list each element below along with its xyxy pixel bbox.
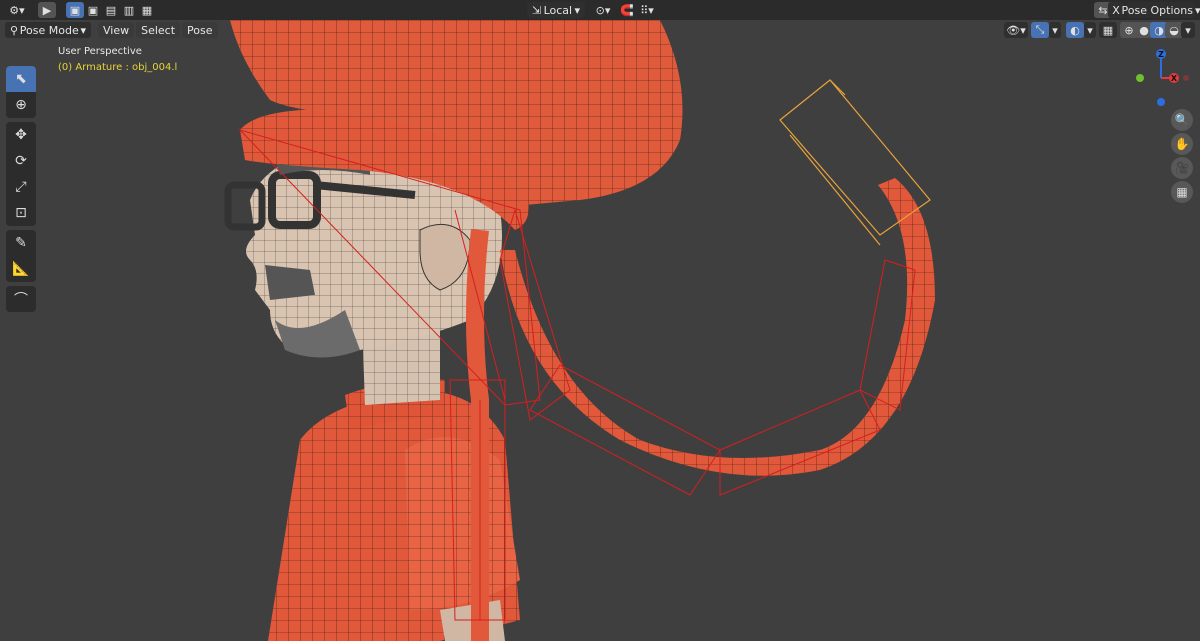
- mode-label: Pose Mode: [19, 23, 79, 37]
- gizmo-toggle-icon[interactable]: ⤡: [1031, 22, 1049, 38]
- select-subtract-icon[interactable]: ▤: [102, 2, 120, 18]
- 3d-viewport[interactable]: ⚲ Pose Mode ▾ View Select Pose 👁▾ ⤡ ▾ ◐ …: [0, 20, 1200, 641]
- transform-orientation-select[interactable]: ⇲ Local ▾: [527, 2, 585, 18]
- mode-select[interactable]: ⚲ Pose Mode ▾: [5, 22, 91, 38]
- tool-group-annotate: ✎ 📐: [6, 230, 36, 282]
- transform-orientation-label: Local: [543, 3, 573, 17]
- orientation-icon: ⇲: [532, 3, 542, 17]
- pose-options-label: Pose Options: [1121, 3, 1193, 17]
- chevron-down-icon: ▾: [80, 23, 86, 37]
- chevron-down-icon: ▾: [1194, 3, 1200, 17]
- scale-tool-icon[interactable]: ⤢: [6, 174, 36, 200]
- pan-hand-icon[interactable]: ✋: [1171, 133, 1193, 155]
- character-scene: [224, 20, 935, 641]
- pose-relax-tool-icon[interactable]: ⌒: [6, 286, 36, 312]
- xray-toggle-icon[interactable]: ▦: [1099, 22, 1117, 38]
- object-info-label: (0) Armature : obj_004.l: [58, 62, 178, 73]
- rotate-tool-icon[interactable]: ⟳: [6, 148, 36, 174]
- gizmo-z-label: Z: [1158, 49, 1164, 59]
- tool-group-transform: ✥ ⟳ ⤢ ⊡: [6, 122, 36, 226]
- tool-shelf: ⬉ ⊕ ✥ ⟳ ⤢ ⊡ ✎ 📐 ⌒: [6, 66, 36, 316]
- menu-view[interactable]: View: [98, 22, 135, 38]
- measure-tool-icon[interactable]: 📐: [6, 256, 36, 282]
- overlays-dropdown-icon[interactable]: ▾: [1084, 22, 1096, 38]
- gizmo-dropdown-icon[interactable]: ▾: [1049, 22, 1061, 38]
- select-invert-icon[interactable]: ▥: [120, 2, 138, 18]
- select-intersect-icon[interactable]: ▦: [138, 2, 156, 18]
- menu-pose[interactable]: Pose: [182, 22, 218, 38]
- x-axis-label: X: [1112, 3, 1120, 17]
- gizmo-x-label: X: [1170, 73, 1178, 83]
- snap-settings-icon[interactable]: ⠿▾: [636, 2, 658, 18]
- visibility-icon[interactable]: 👁▾: [1004, 22, 1028, 38]
- editor-type-icon[interactable]: ⚙▾: [6, 2, 28, 18]
- shading-dropdown-icon[interactable]: ▾: [1181, 22, 1195, 38]
- select-extend-icon[interactable]: ▣: [84, 2, 102, 18]
- pose-mode-icon: ⚲: [10, 23, 19, 37]
- snap-icon[interactable]: 🧲: [618, 2, 636, 18]
- zoom-icon[interactable]: 🔍: [1171, 109, 1193, 131]
- cursor-tool-icon[interactable]: ⊕: [6, 92, 36, 118]
- pivot-point-icon[interactable]: ⊙▾: [590, 2, 616, 18]
- camera-icon[interactable]: 🎥: [1171, 157, 1193, 179]
- editor-header: ⚙▾ ▶ ▣ ▣ ▤ ▥ ▦ ⇲ Local ▾ ⊙▾ 🧲 ⠿▾ ⇆ X Pos…: [0, 0, 1200, 20]
- chevron-down-icon: ▾: [574, 3, 580, 17]
- move-tool-icon[interactable]: ✥: [6, 122, 36, 148]
- select-tool-icon[interactable]: ▶: [38, 2, 56, 18]
- select-box-mode-icon[interactable]: ▣: [66, 2, 84, 18]
- pose-options-dropdown[interactable]: Pose Options ▾: [1122, 2, 1200, 18]
- ortho-grid-icon[interactable]: ▦: [1171, 181, 1193, 203]
- menu-select[interactable]: Select: [136, 22, 181, 38]
- viewport-header: ⚲ Pose Mode ▾ View Select Pose 👁▾ ⤡ ▾ ◐ …: [0, 20, 1200, 40]
- overlays-toggle-icon[interactable]: ◐: [1066, 22, 1084, 38]
- tool-group-pose: ⌒: [6, 286, 36, 312]
- annotate-tool-icon[interactable]: ✎: [6, 230, 36, 256]
- transform-tool-icon[interactable]: ⊡: [6, 200, 36, 226]
- perspective-label: User Perspective: [58, 46, 142, 57]
- tool-group-select: ⬉ ⊕: [6, 66, 36, 118]
- select-box-tool-icon[interactable]: ⬉: [6, 66, 36, 92]
